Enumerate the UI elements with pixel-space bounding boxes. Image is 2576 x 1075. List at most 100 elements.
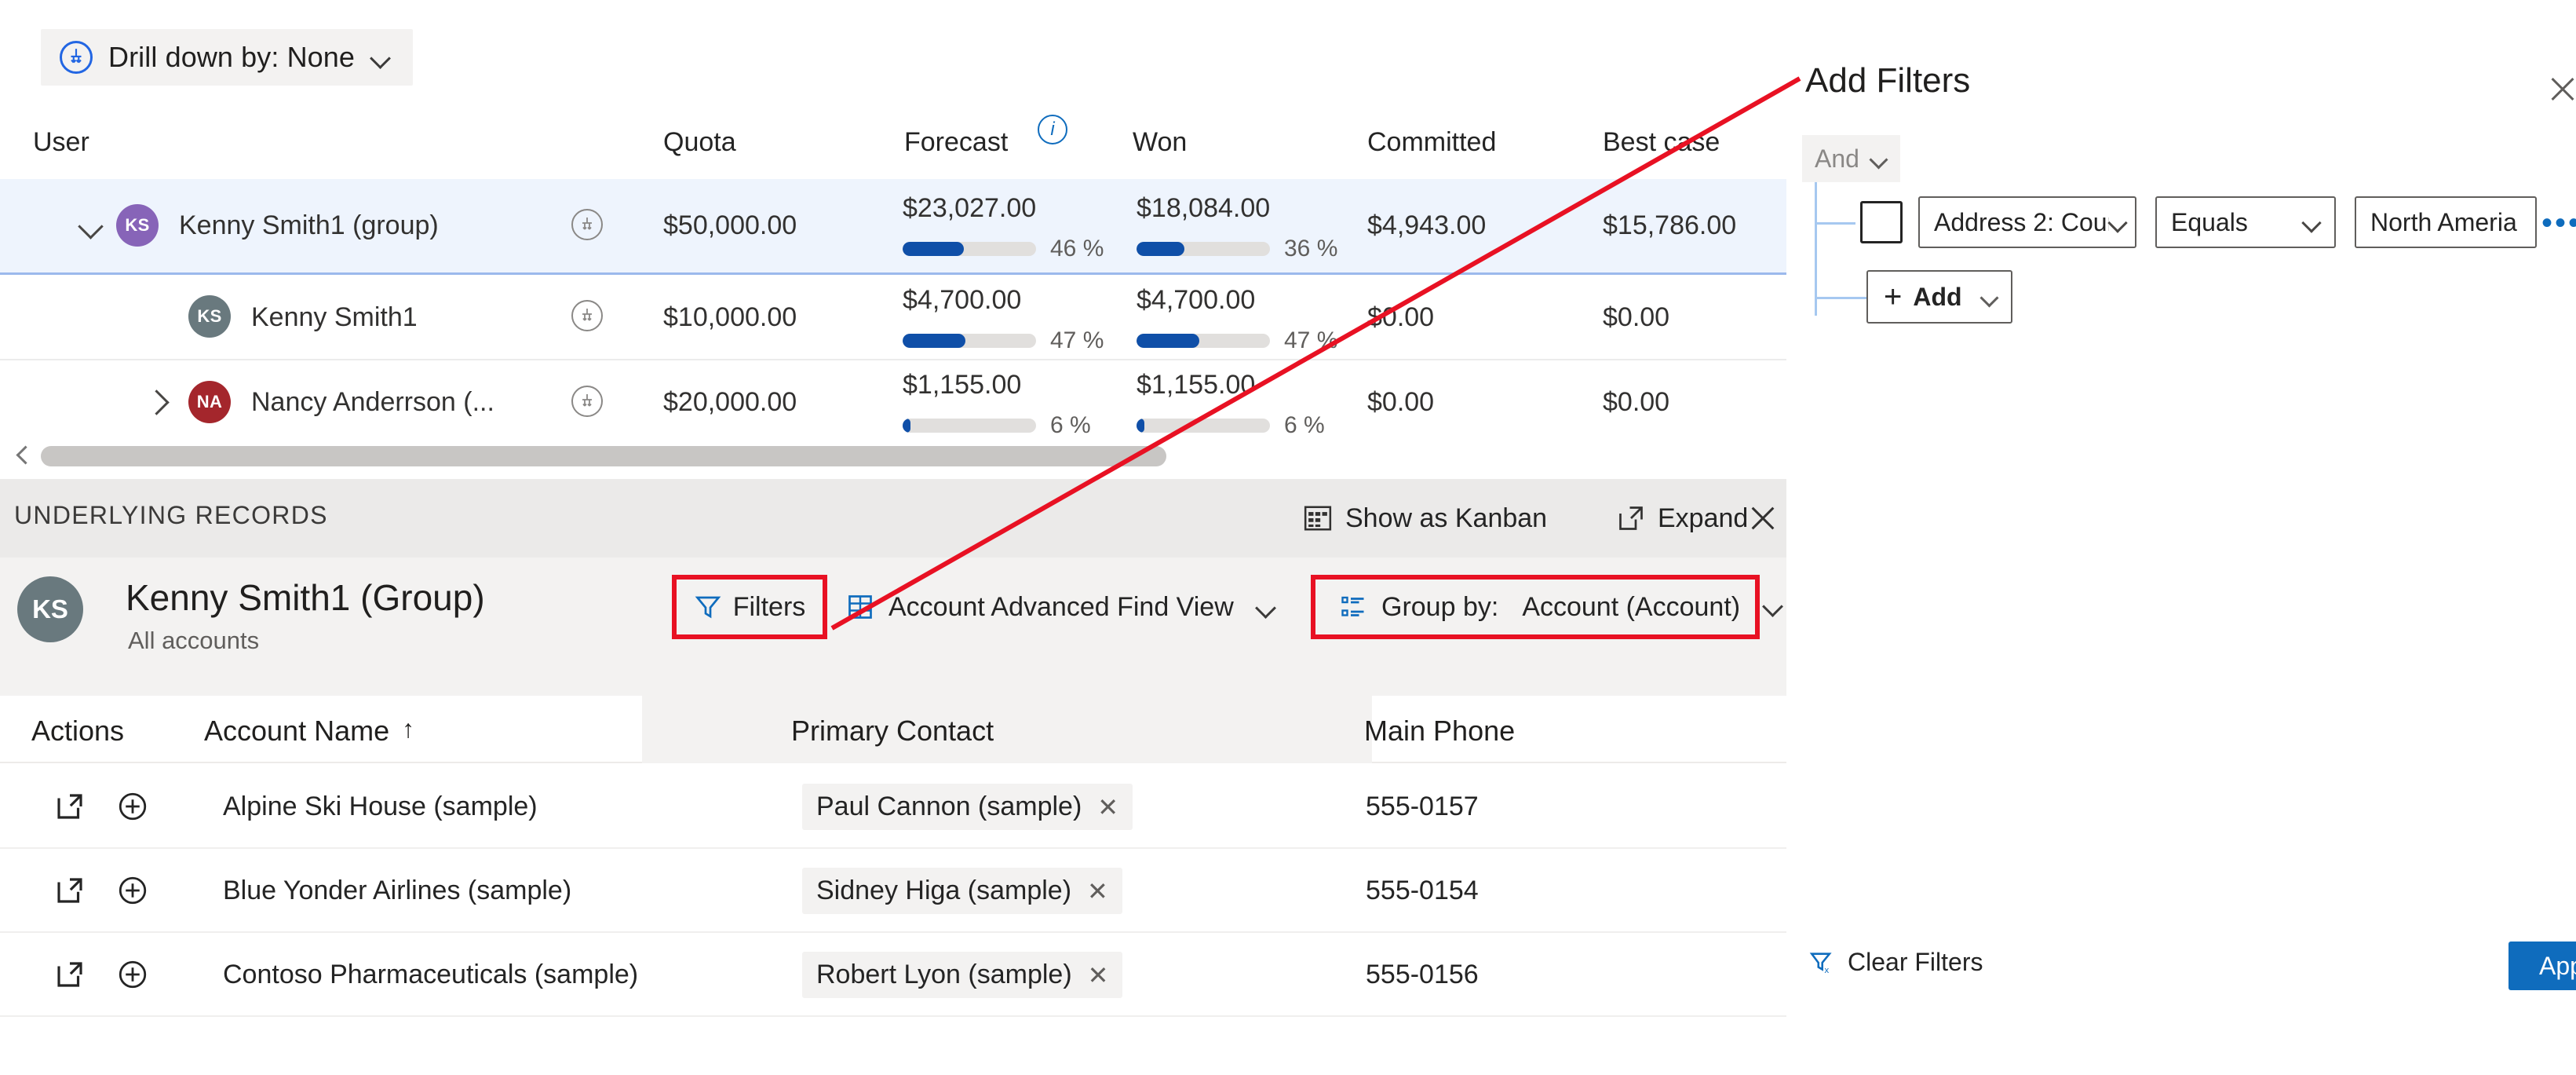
forecast-row-user: Kenny Smith1 (group) [179,210,439,240]
cell-primary-contact[interactable]: Sidney Higa (sample) ✕ [802,868,1122,914]
chevron-right-icon[interactable] [143,389,170,416]
drill-down-by-button[interactable]: Drill down by: None [41,29,414,86]
cell-main-phone: 555-0157 [1366,792,1479,821]
filter-operator-value: Equals [2171,207,2248,236]
clear-filter-icon: x [1809,952,1832,974]
won-progress: 36 % [1137,236,1337,262]
table-row[interactable]: Blue Yonder Airlines (sample) Sidney Hig… [0,849,1786,933]
column-header-actions[interactable]: Actions [31,715,124,748]
won-progress: 47 % [1137,327,1337,354]
entity-subtitle: All accounts [128,627,260,654]
remove-contact-icon[interactable]: ✕ [1087,876,1108,906]
cell-account-name[interactable]: Contoso Pharmaceuticals (sample) [223,960,638,990]
column-header-won[interactable]: Won [1133,127,1187,158]
group-by-value: Account (Account) [1522,591,1741,622]
group-by-button[interactable]: Group by: Account (Account) [1311,575,1760,639]
group-by-icon [1341,596,1364,616]
row-drill-down-icon[interactable] [571,209,603,240]
expand-button[interactable]: Expand [1617,496,1748,540]
filters-button[interactable]: Filters [672,575,827,639]
filter-tree-line [1815,297,1866,299]
close-icon [1751,506,1775,530]
cell-account-name[interactable]: Blue Yonder Airlines (sample) [223,876,571,906]
avatar: KS [116,204,159,247]
column-header-forecast[interactable]: Forecast [904,127,1008,158]
add-record-icon[interactable] [116,874,149,907]
filter-rule-more-options-icon[interactable]: ••• [2541,206,2576,241]
column-header-account-name[interactable]: Account Name [204,715,389,748]
group-by-label: Group by: [1381,591,1499,622]
forecast-row-bestcase: $0.00 [1603,302,1670,332]
clear-filters-label: Clear Filters [1848,948,1983,976]
underlying-records-title: UNDERLYING RECORDS [14,501,328,529]
forecast-row-user: Kenny Smith1 [251,302,418,332]
forecast-row-kenny-smith1[interactable]: KS Kenny Smith1 $10,000.00 $4,700.00 47 … [0,277,1786,360]
cell-primary-contact[interactable]: Robert Lyon (sample) ✕ [802,952,1123,998]
filter-operator-dropdown[interactable]: Equals [2155,196,2336,248]
table-row[interactable]: Alpine Ski House (sample) Paul Cannon (s… [0,765,1786,849]
filter-group-operator-label: And [1815,144,1859,173]
filter-panel-footer: x Clear Filters Apply Cancel [1786,931,2576,1017]
open-record-icon[interactable] [53,790,86,823]
forecast-row-kenny-smith1-group[interactable]: KS Kenny Smith1 (group) $50,000.00 $23,0… [0,179,1786,275]
forecast-progress-bar [903,419,1036,433]
column-header-user[interactable]: User [33,127,89,158]
remove-contact-icon[interactable]: ✕ [1097,792,1118,822]
filter-group-operator-dropdown[interactable]: And [1802,135,1900,182]
add-filter-button[interactable]: + Add [1866,270,2012,324]
forecast-progress: 46 % [903,236,1104,262]
main-content-area: Drill down by: None User Quota Forecast … [0,0,1786,1075]
panel-title: Add Filters [1805,61,1971,100]
forecast-row-forecast-amount: $23,027.00 [903,193,1037,223]
column-header-committed[interactable]: Committed [1367,127,1496,158]
column-header-bestcase[interactable]: Best case [1603,127,1720,158]
avatar: NA [188,381,231,423]
scroll-left-icon[interactable] [14,447,31,464]
filter-tree-line [1815,182,1817,316]
forecast-row-user: Nancy Anderrson (... [251,387,494,417]
add-record-icon[interactable] [116,790,149,823]
column-header-primary-contact[interactable]: Primary Contact [791,715,994,748]
info-icon[interactable]: i [1038,115,1067,144]
add-record-icon[interactable] [116,958,149,991]
row-drill-down-icon[interactable] [571,300,603,331]
table-view-icon [848,595,872,619]
filter-field-dropdown[interactable]: Address 2: Country/... [1918,196,2136,248]
horizontal-scrollbar[interactable] [0,440,1786,474]
filter-value-input[interactable]: North Ameria [2355,196,2537,248]
scrollbar-track[interactable] [41,446,1744,466]
open-record-icon[interactable] [53,874,86,907]
scrollbar-thumb[interactable] [41,446,1166,466]
sort-ascending-icon: ↑ [402,715,414,743]
close-icon[interactable] [2545,72,2576,107]
cell-account-name[interactable]: Alpine Ski House (sample) [223,792,538,822]
clear-filters-button[interactable]: x Clear Filters [1808,948,1983,977]
chevron-down-icon[interactable] [78,212,105,239]
filter-value-text: North Ameria [2370,207,2517,236]
close-underlying-records-button[interactable] [1741,496,1785,540]
view-selector-button[interactable]: Account Advanced Find View [846,580,1276,634]
table-row[interactable]: Contoso Pharmaceuticals (sample) Robert … [0,933,1786,1017]
row-drill-down-icon[interactable] [571,386,603,417]
column-header-main-phone[interactable]: Main Phone [1364,715,1515,748]
forecast-row-forecast-amount: $1,155.00 [903,370,1022,400]
forecast-row-nancy-anderrson[interactable]: NA Nancy Anderrson (... $20,000.00 $1,15… [0,362,1786,440]
won-progress-label: 47 % [1284,327,1338,353]
won-progress-label: 36 % [1284,236,1338,261]
kanban-icon [1304,506,1332,531]
cell-primary-contact[interactable]: Paul Cannon (sample) ✕ [802,784,1133,830]
remove-contact-icon[interactable]: ✕ [1088,960,1109,990]
won-progress: 6 % [1137,412,1325,439]
filter-rule-checkbox[interactable] [1860,201,1903,243]
chevron-down-icon[interactable] [1763,595,1783,616]
svg-text:x: x [1825,965,1830,974]
open-record-icon[interactable] [53,958,86,991]
column-header-quota[interactable]: Quota [663,127,736,158]
add-filters-panel: Add Filters And Address 2: Country/... E… [1786,0,2576,1075]
show-as-kanban-button[interactable]: Show as Kanban [1303,496,1547,540]
filters-label: Filters [732,591,806,622]
apply-button[interactable]: Apply [2508,942,2576,990]
forecast-row-committed: $0.00 [1367,387,1435,417]
forecast-progress-label: 46 % [1050,236,1104,261]
cell-main-phone: 555-0154 [1366,876,1479,905]
